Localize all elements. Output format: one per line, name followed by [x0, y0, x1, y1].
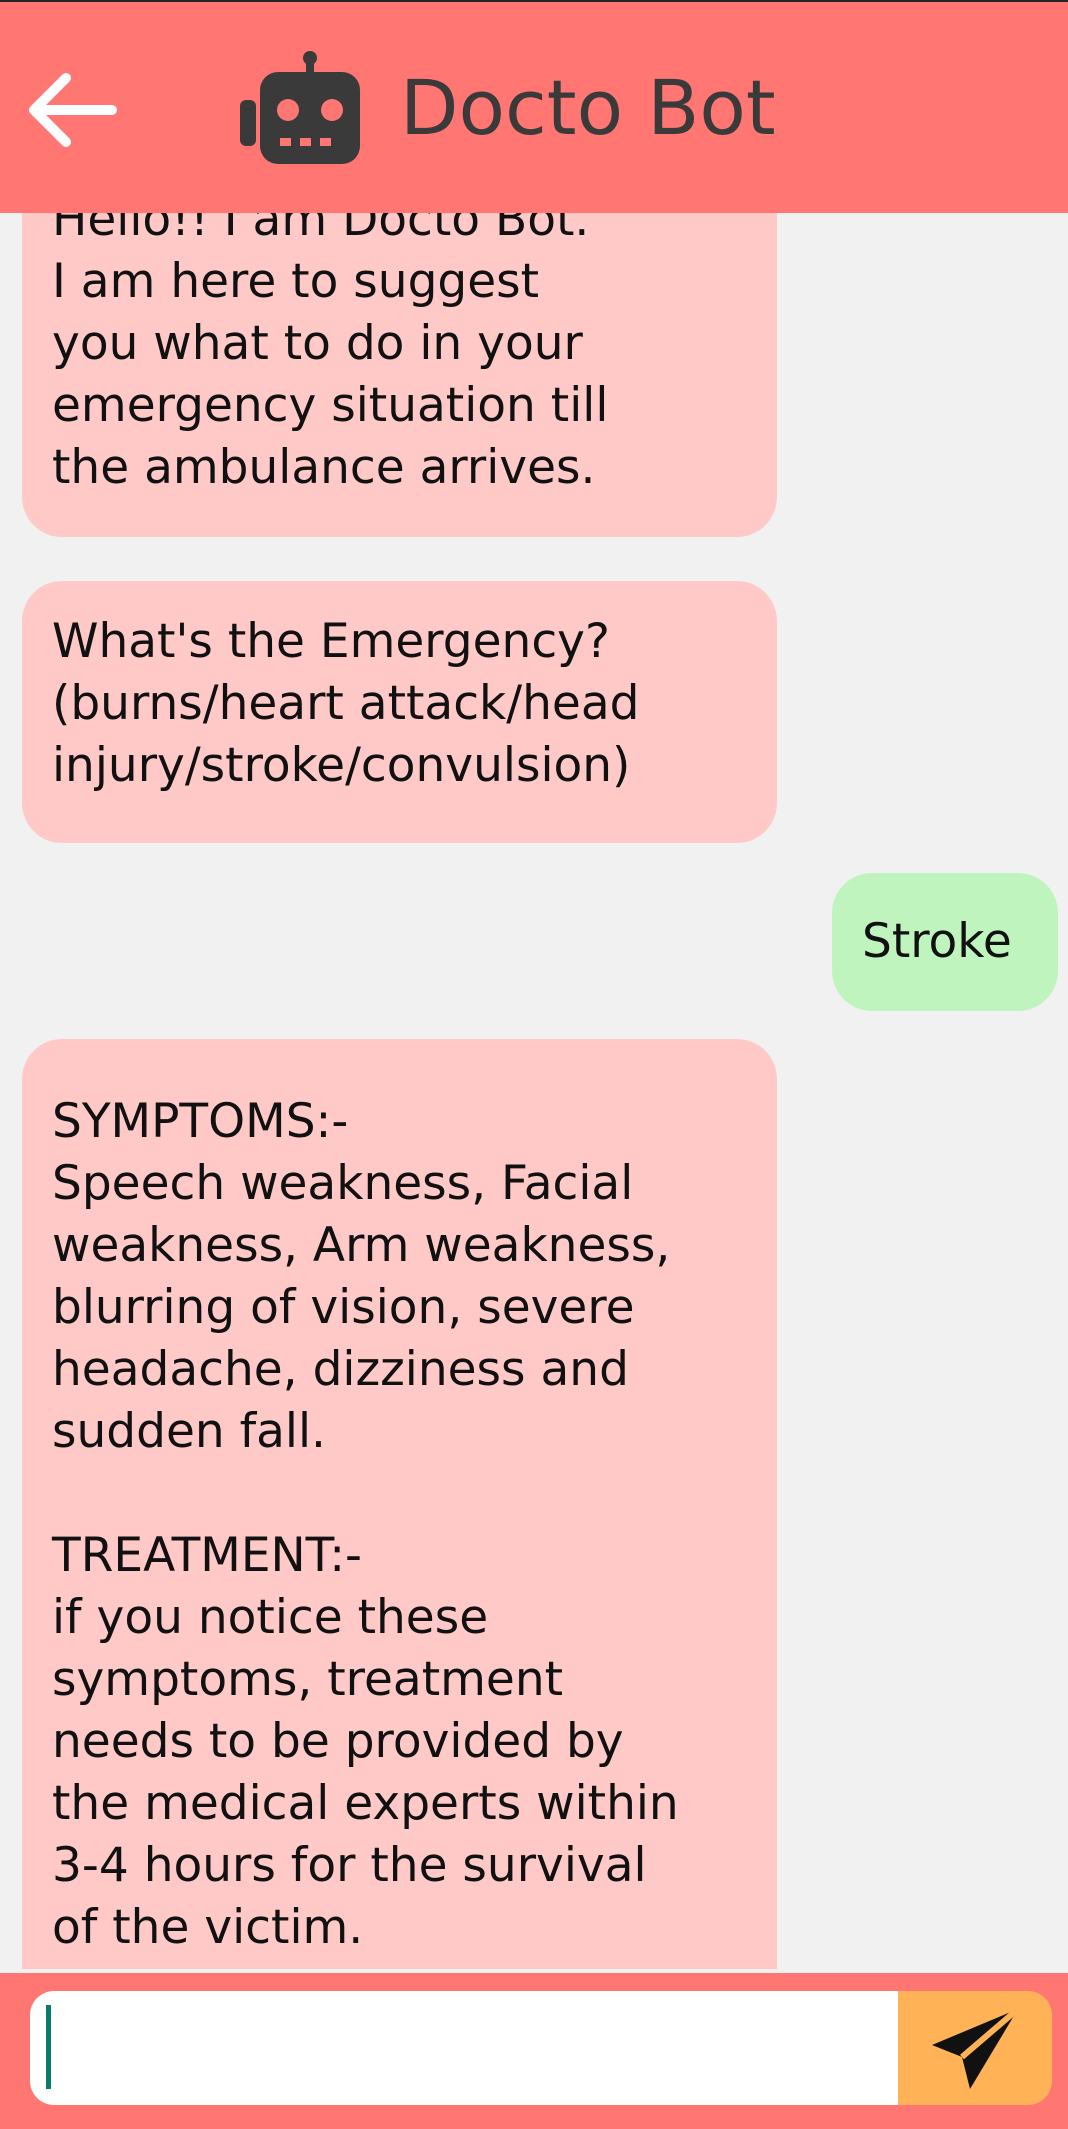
bot-message-question: What's the Emergency? (burns/heart attac…: [22, 581, 777, 843]
bot-message-answer: SYMPTOMS:- Speech weakness, Facial weakn…: [22, 1039, 777, 1969]
back-button[interactable]: [22, 60, 126, 160]
user-message: Stroke: [832, 873, 1058, 1011]
app-title: Docto Bot: [400, 63, 776, 152]
composer-bar: [0, 1973, 1068, 2129]
chat-screen: Docto Bot Hello!! I am Docto Bot. I am h…: [0, 0, 1068, 2129]
app-header: Docto Bot: [0, 2, 1068, 213]
send-icon: [932, 2006, 1020, 2089]
robot-icon: [236, 50, 366, 166]
arrow-left-icon: [29, 73, 117, 147]
bot-message-greeting: Hello!! I am Docto Bot. I am here to sug…: [22, 213, 777, 537]
text-cursor: [46, 2005, 51, 2089]
message-input[interactable]: [30, 1991, 898, 2105]
message-list[interactable]: Hello!! I am Docto Bot. I am here to sug…: [0, 213, 1068, 1973]
send-button[interactable]: [898, 1991, 1052, 2105]
